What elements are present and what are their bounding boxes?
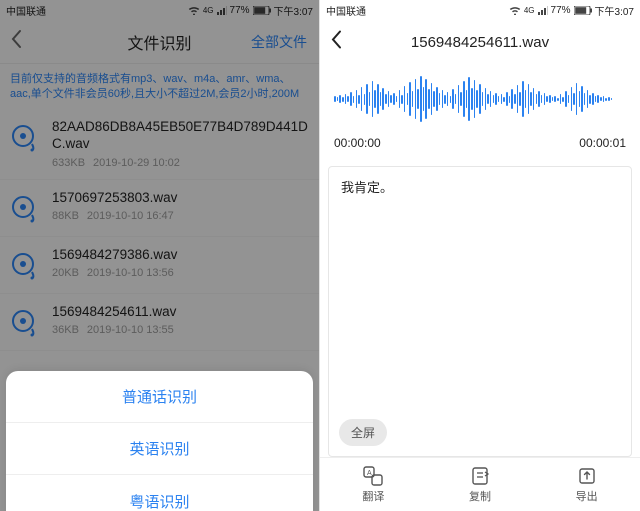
time-total: 00:00:01 [579,136,626,150]
battery-icon [574,6,592,15]
back-icon[interactable] [330,30,342,55]
translate-icon: A [363,466,383,486]
wifi-icon [509,5,521,15]
status-bar: 中国联通 4G 77% 下午3:07 [320,0,640,20]
bottom-toolbar: A 翻译 复制 导出 [320,457,640,511]
svg-text:A: A [367,470,372,477]
copy-button[interactable]: 复制 [427,458,534,511]
battery-pct: 77% [551,5,571,16]
option-mandarin[interactable]: 普通话识别 [6,371,313,423]
translate-button[interactable]: A 翻译 [320,458,427,511]
playback-times: 00:00:00 00:00:01 [320,130,640,160]
translate-label: 翻译 [362,488,384,504]
signal-icon [538,6,548,15]
export-button[interactable]: 导出 [533,458,640,511]
screen-file-list: 中国联通 4G 77% 下午3:07 文件识别 [0,0,320,511]
copy-icon [471,466,489,486]
export-label: 导出 [576,488,598,504]
file-title: 1569484254611.wav [411,34,549,51]
fullscreen-button[interactable]: 全屏 [339,419,387,446]
screen-transcript: 中国联通 4G 77% 下午3:07 1569484254611.wav 00:… [320,0,640,511]
export-icon [578,466,596,486]
transcript-panel: 我肯定。 全屏 [328,166,632,457]
carrier-label: 中国联通 [326,3,366,18]
time-current: 00:00:00 [334,136,381,150]
copy-label: 复制 [469,488,491,504]
language-action-sheet: 普通话识别 英语识别 粤语识别 [6,371,313,511]
option-cantonese[interactable]: 粤语识别 [6,475,313,511]
transcript-text: 我肯定。 [341,177,619,196]
header: 1569484254611.wav [320,20,640,64]
option-english[interactable]: 英语识别 [6,423,313,475]
clock: 下午3:07 [595,3,634,18]
waveform[interactable] [320,64,640,130]
network-indicator: 4G [524,6,535,15]
